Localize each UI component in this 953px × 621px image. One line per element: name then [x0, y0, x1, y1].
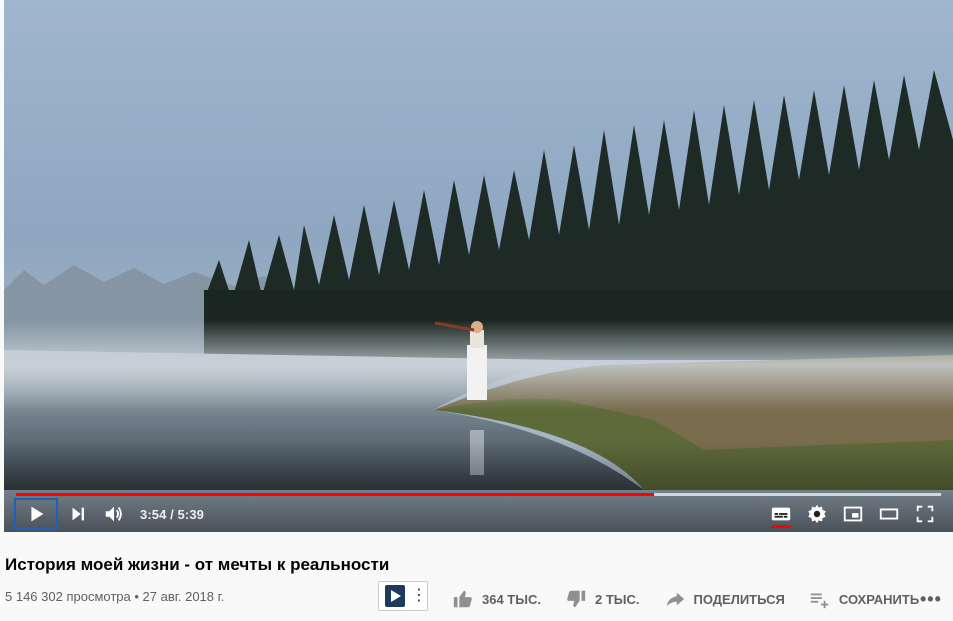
next-button[interactable]: [60, 496, 96, 532]
subtitles-button[interactable]: [763, 496, 799, 532]
fullscreen-button[interactable]: [907, 496, 943, 532]
save-label: СОХРАНИТЬ: [838, 591, 920, 607]
miniplayer-button[interactable]: [835, 496, 871, 532]
time-display: 3:54 / 5:39: [140, 506, 204, 522]
subtitles-icon: [771, 507, 791, 521]
extension-widget[interactable]: ⋮: [378, 581, 428, 611]
fullscreen-icon: [916, 505, 934, 523]
like-count: 364 ТЫС.: [482, 591, 541, 607]
video-title: История моей жизни - от мечты к реальнос…: [5, 555, 390, 574]
settings-icon: [808, 504, 826, 524]
video-info: История моей жизни - от мечты к реальнос…: [0, 532, 953, 621]
share-icon: [666, 592, 684, 607]
vertical-dots-icon[interactable]: ⋮: [411, 588, 427, 604]
playlist-add-icon: [810, 593, 829, 609]
dislike-count: 2 ТЫС.: [594, 591, 640, 607]
play-button[interactable]: [14, 498, 58, 530]
settings-button[interactable]: [799, 496, 835, 532]
volume-button[interactable]: [96, 496, 132, 532]
thumbs-down-icon: [567, 590, 586, 608]
next-icon: [72, 507, 84, 521]
action-bar: 364 ТЫС. 2 ТЫС. ПОДЕЛИТЬСЯ СОХРАНИТЬ: [452, 588, 943, 610]
video-player[interactable]: 3:54 / 5:39: [4, 0, 953, 532]
video-meta: 5 146 302 просмотра • 27 авг. 2018 г.: [5, 589, 225, 604]
share-button[interactable]: ПОДЕЛИТЬСЯ: [664, 588, 785, 610]
play-icon: [31, 506, 44, 522]
thumbs-up-icon: [453, 590, 472, 608]
theater-button[interactable]: [871, 496, 907, 532]
volume-icon: [105, 506, 122, 522]
save-button[interactable]: СОХРАНИТЬ: [809, 588, 919, 610]
extension-logo-icon: [385, 585, 405, 607]
player-controls: 3:54 / 5:39: [4, 496, 953, 532]
miniplayer-icon: [843, 506, 863, 522]
like-button[interactable]: 364 ТЫС.: [452, 588, 541, 610]
video-frame: [4, 0, 953, 532]
theater-icon: [879, 508, 899, 520]
dislike-button[interactable]: 2 ТЫС.: [565, 588, 640, 610]
more-actions-button[interactable]: •••: [920, 589, 942, 610]
share-label: ПОДЕЛИТЬСЯ: [693, 591, 785, 607]
